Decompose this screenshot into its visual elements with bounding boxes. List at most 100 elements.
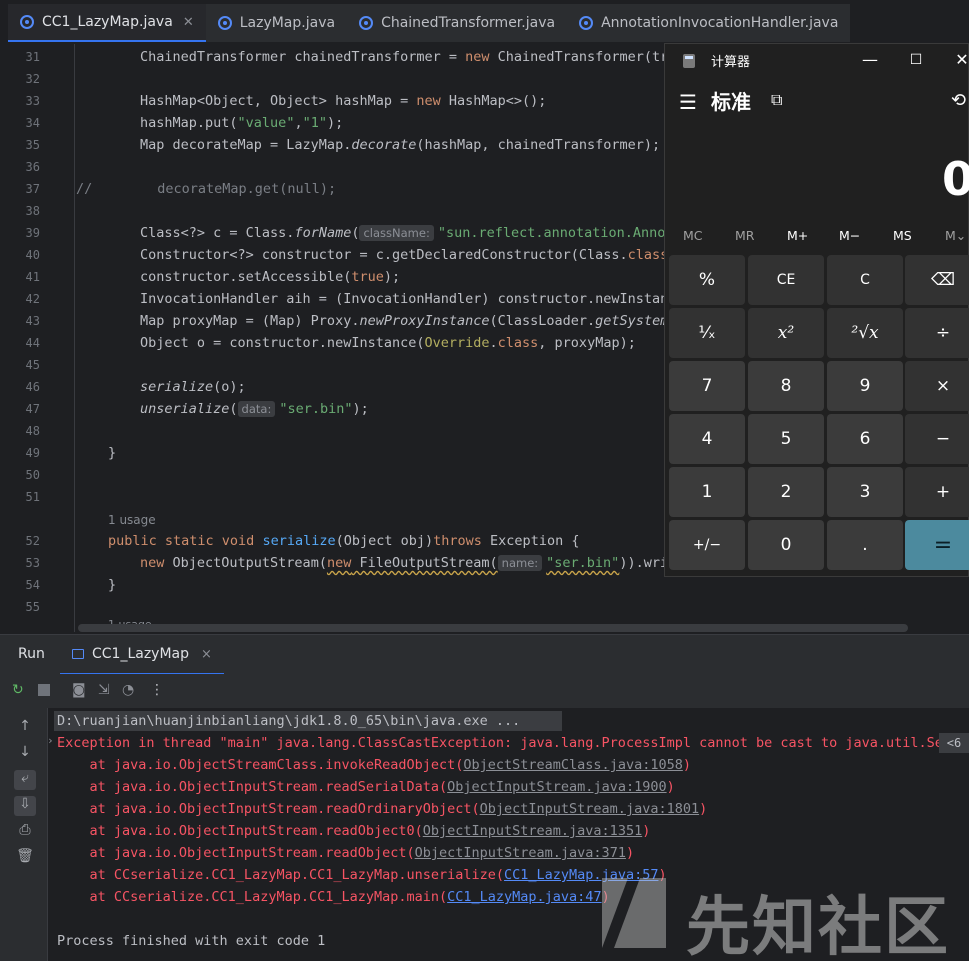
close-icon[interactable]: ✕ xyxy=(947,48,969,72)
digit-6-button[interactable]: 6 xyxy=(827,414,903,464)
stack-trace-line: at java.io.ObjectInputStream.readSerialD… xyxy=(57,779,675,795)
arrow-up-icon[interactable]: ↑ xyxy=(14,718,36,738)
backspace-button[interactable]: ⌫ xyxy=(905,255,969,305)
stack-trace-link[interactable]: CC1_LazyMap.java:47 xyxy=(447,889,601,905)
maximize-icon[interactable]: ☐ xyxy=(901,48,931,72)
arrow-down-icon[interactable]: ↓ xyxy=(14,744,36,764)
line-number: 43 xyxy=(25,314,40,328)
negate-button[interactable]: +/− xyxy=(669,520,745,570)
run-toolbar: ↻ ◙ ⇲ ◔ ⋮ xyxy=(0,674,969,708)
console-command-line[interactable]: D:\ruanjian\huanjinbianliang\jdk1.8.0_65… xyxy=(57,710,520,732)
tab-cc1-lazymap[interactable]: CC1_LazyMap.java ✕ xyxy=(8,4,206,42)
subtract-button[interactable]: − xyxy=(905,414,969,464)
code-line-35: Map decorateMap = LazyMap.decorate(hashM… xyxy=(140,137,661,153)
memory-list-button[interactable]: M⌄ xyxy=(945,228,966,243)
scroll-to-end-icon[interactable]: ⇩ xyxy=(14,796,36,816)
stop-icon[interactable] xyxy=(38,684,50,696)
stack-trace-link[interactable]: ObjectInputStream.java:1351 xyxy=(423,823,642,839)
divide-button[interactable]: ÷ xyxy=(905,308,969,358)
calculator-title: 计算器 xyxy=(711,55,751,70)
line-number: 44 xyxy=(25,336,40,350)
more-options-icon[interactable]: ⋮ xyxy=(150,682,164,698)
code-line-53: new ObjectOutputStream(new FileOutputStr… xyxy=(140,555,677,571)
watermark: 先知社区 xyxy=(598,868,958,961)
line-number: 51 xyxy=(25,490,40,504)
line-number: 41 xyxy=(25,270,40,284)
code-line-34: hashMap.put("value","1"); xyxy=(140,115,344,131)
line-number: 53 xyxy=(25,556,40,570)
code-line-52: public static void serialize(Object obj)… xyxy=(108,533,580,549)
digit-8-button[interactable]: 8 xyxy=(748,361,824,411)
import-icon[interactable]: ⇲ xyxy=(98,682,110,698)
square-root-button[interactable]: ²√x xyxy=(827,308,903,358)
calculator-title-bar[interactable]: 计算器 — ☐ ✕ xyxy=(665,44,969,76)
run-tool-window-title: Run xyxy=(18,646,45,662)
camera-icon[interactable]: ◙ xyxy=(72,682,86,698)
clear-button[interactable]: C xyxy=(827,255,903,305)
decimal-button[interactable]: . xyxy=(827,520,903,570)
java-class-icon xyxy=(20,15,34,29)
usage-hint[interactable]: 1 usage xyxy=(108,509,156,531)
stack-trace-link[interactable]: ObjectStreamClass.java:1058 xyxy=(463,757,682,773)
profiler-icon[interactable]: ◔ xyxy=(122,682,134,698)
memory-subtract-button[interactable]: M− xyxy=(839,228,860,243)
parameter-hint: className: xyxy=(359,225,434,241)
minimize-icon[interactable]: — xyxy=(855,48,885,72)
digit-5-button[interactable]: 5 xyxy=(748,414,824,464)
history-icon[interactable]: ⟲ xyxy=(951,90,966,111)
percent-button[interactable]: % xyxy=(669,255,745,305)
code-line-42: InvocationHandler aih = (InvocationHandl… xyxy=(140,291,677,307)
memory-store-button[interactable]: MS xyxy=(893,228,912,243)
equals-button[interactable]: = xyxy=(905,520,969,570)
clear-entry-button[interactable]: CE xyxy=(748,255,824,305)
run-config-tab[interactable]: CC1_LazyMap × xyxy=(60,635,224,675)
soft-wrap-icon[interactable]: ⤶ xyxy=(14,770,36,790)
stack-trace-line: at CCserialize.CC1_LazyMap.CC1_LazyMap.m… xyxy=(57,889,610,905)
truncated-indicator[interactable]: <6 xyxy=(939,733,969,753)
calculator-display: 0 xyxy=(941,152,969,206)
memory-clear-button[interactable]: MC xyxy=(683,228,703,243)
add-button[interactable]: + xyxy=(905,467,969,517)
multiply-button[interactable]: × xyxy=(905,361,969,411)
java-class-icon xyxy=(579,16,594,30)
tab-lazymap[interactable]: LazyMap.java xyxy=(205,4,348,42)
tab-chainedtransformer[interactable]: ChainedTransformer.java xyxy=(347,4,568,42)
reciprocal-button[interactable]: ¹⁄ₓ xyxy=(669,308,745,358)
memory-recall-button[interactable]: MR xyxy=(735,228,754,243)
chevron-right-icon[interactable]: › xyxy=(47,734,54,747)
digit-7-button[interactable]: 7 xyxy=(669,361,745,411)
memory-add-button[interactable]: M+ xyxy=(787,228,808,243)
digit-9-button[interactable]: 9 xyxy=(827,361,903,411)
horizontal-scrollbar[interactable] xyxy=(78,624,908,632)
stack-trace-link[interactable]: ObjectInputStream.java:1900 xyxy=(447,779,666,795)
calculator-window[interactable]: 计算器 — ☐ ✕ ☰ 标准 ⧉ ⟲ 0 MC MR M+ M− MS M⌄ %… xyxy=(664,43,969,577)
stack-trace-link[interactable]: ObjectInputStream.java:371 xyxy=(415,845,626,861)
hamburger-menu-icon[interactable]: ☰ xyxy=(679,90,697,114)
print-icon[interactable]: ⎙ xyxy=(14,822,36,842)
close-icon[interactable]: ✕ xyxy=(183,15,194,30)
line-number: 33 xyxy=(25,94,40,108)
code-line-37-comment: // decorateMap.get(null); xyxy=(76,181,337,197)
digit-0-button[interactable]: 0 xyxy=(748,520,824,570)
rerun-icon[interactable]: ↻ xyxy=(12,682,24,698)
digit-4-button[interactable]: 4 xyxy=(669,414,745,464)
digit-2-button[interactable]: 2 xyxy=(748,467,824,517)
keep-on-top-icon[interactable]: ⧉ xyxy=(771,90,782,110)
code-line-43: Map proxyMap = (Map) Proxy.newProxyInsta… xyxy=(140,313,677,329)
code-line-54: } xyxy=(108,577,117,593)
line-number: 39 xyxy=(25,226,40,240)
square-button[interactable]: x² xyxy=(748,308,824,358)
line-number: 40 xyxy=(25,248,40,262)
stack-trace-link[interactable]: ObjectInputStream.java:1801 xyxy=(480,801,699,817)
java-class-icon xyxy=(217,16,232,30)
line-number: 46 xyxy=(25,380,40,394)
close-icon[interactable]: × xyxy=(201,647,212,662)
digit-1-button[interactable]: 1 xyxy=(669,467,745,517)
digit-3-button[interactable]: 3 xyxy=(827,467,903,517)
process-finished-line: Process finished with exit code 1 xyxy=(57,933,326,949)
trash-icon[interactable]: 🗑 xyxy=(14,848,36,868)
line-number: 32 xyxy=(25,72,40,86)
stack-trace-line: at CCserialize.CC1_LazyMap.CC1_LazyMap.u… xyxy=(57,867,667,883)
tab-annotationinvocationhandler[interactable]: AnnotationInvocationHandler.java xyxy=(567,4,851,42)
java-class-icon xyxy=(359,16,374,30)
